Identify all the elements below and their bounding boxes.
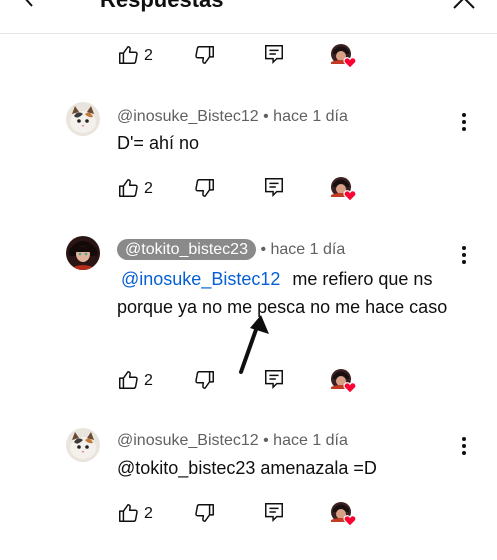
more-vert-icon[interactable]	[458, 244, 470, 266]
like-count: 2	[144, 180, 153, 197]
creator-heart-icon	[329, 500, 357, 528]
like-count: 2	[144, 372, 153, 389]
close-icon[interactable]	[451, 0, 477, 10]
creator-heart-icon	[329, 175, 357, 203]
comment-text-block: @inosuke_Bistec12 me refiero que ns porqu…	[117, 265, 457, 321]
reply-icon[interactable]	[263, 368, 285, 390]
thumbs-down-icon[interactable]	[194, 177, 216, 199]
comment-time: hace 1 día	[273, 432, 348, 449]
avatar[interactable]	[66, 102, 100, 136]
comment-time: hace 1 día	[270, 241, 346, 258]
creator-heart-icon	[329, 367, 357, 395]
avatar[interactable]	[66, 428, 100, 462]
creator-heart-icon	[329, 42, 357, 70]
thumbs-down-icon[interactable]	[194, 369, 216, 391]
comment-actions: 2	[117, 176, 367, 202]
more-vert-icon[interactable]	[458, 111, 470, 133]
avatar[interactable]	[66, 236, 100, 270]
thumbs-up-icon[interactable]	[117, 44, 139, 66]
thumbs-down-icon[interactable]	[194, 44, 216, 66]
comment-time: hace 1 día	[273, 108, 348, 125]
comment-meta: @inosuke_Bistec12 • hace 1 día	[117, 107, 348, 127]
more-vert-icon[interactable]	[458, 435, 470, 457]
comment-actions: 2	[117, 43, 367, 69]
comment-actions: 2	[117, 368, 367, 394]
comment-actions: 2	[117, 501, 367, 527]
back-arrow-icon[interactable]	[18, 0, 40, 8]
comment-meta: @tokito_bistec23 • hace 1 día	[117, 239, 346, 260]
thumbs-up-icon[interactable]	[117, 177, 139, 199]
separator: •	[260, 241, 267, 258]
comment-text: @tokito_bistec23 amenazala =D	[117, 458, 377, 478]
comment-text: D'= ahí no	[117, 133, 199, 153]
separator: •	[263, 432, 269, 449]
reply-icon[interactable]	[263, 501, 285, 523]
like-count: 2	[144, 505, 153, 522]
thumbs-up-icon[interactable]	[117, 369, 139, 391]
mention-link[interactable]: @inosuke_Bistec12	[121, 269, 280, 289]
comment-meta: @inosuke_Bistec12 • hace 1 día	[117, 431, 348, 451]
comment-author-highlighted[interactable]: @tokito_bistec23	[117, 239, 256, 260]
reply-icon[interactable]	[263, 43, 285, 65]
replies-header: Respuestas	[0, 0, 497, 34]
comment-author[interactable]: @inosuke_Bistec12	[117, 108, 259, 125]
comment-author[interactable]: @inosuke_Bistec12	[117, 432, 259, 449]
thumbs-up-icon[interactable]	[117, 502, 139, 524]
separator: •	[263, 108, 269, 125]
reply-icon[interactable]	[263, 176, 285, 198]
page-title: Respuestas	[100, 0, 224, 13]
thumbs-down-icon[interactable]	[194, 502, 216, 524]
like-count: 2	[144, 47, 153, 64]
